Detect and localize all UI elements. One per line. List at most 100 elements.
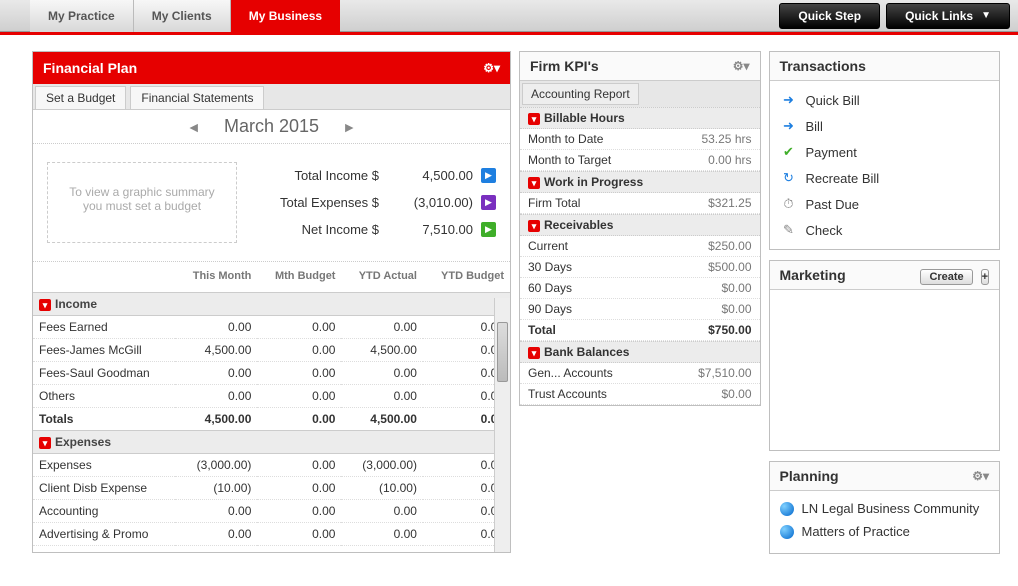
ledger-table: This MonthMth BudgetYTD ActualYTD Budget… xyxy=(33,262,510,552)
net-detail-icon[interactable]: ▶ xyxy=(481,222,496,237)
transaction-item[interactable]: ✔ Payment xyxy=(774,139,996,165)
ledger-cell: 4,500.00 xyxy=(341,408,423,431)
transaction-label: Payment xyxy=(806,145,857,160)
ledger-row-label: Others xyxy=(33,385,175,408)
transaction-item[interactable]: ➜ Bill xyxy=(774,113,996,139)
transactions-panel: Transactions ➜Quick Bill➜Bill✔Payment↻Re… xyxy=(769,51,1001,250)
scrollbar[interactable] xyxy=(494,298,510,552)
ledger-cell: 0.00 xyxy=(341,523,423,546)
ledger-row: Totals4,500.000.004,500.000.00 xyxy=(33,408,510,431)
collapse-icon[interactable]: ▾ xyxy=(39,299,51,311)
transaction-item[interactable]: ➜Quick Bill xyxy=(774,87,996,113)
expenses-detail-icon[interactable]: ▶ xyxy=(481,195,496,210)
transaction-icon: ➜ xyxy=(780,92,798,108)
net-income-value: 7,510.00 xyxy=(389,222,479,237)
transaction-icon: ➜ xyxy=(780,118,798,134)
ledger-cell: 0.00 xyxy=(341,362,423,385)
marketing-create-button[interactable]: Create xyxy=(920,269,972,285)
planning-item[interactable]: Matters of Practice xyxy=(772,520,998,543)
subtab-set-budget[interactable]: Set a Budget xyxy=(35,86,126,109)
globe-icon xyxy=(780,525,794,539)
ledger-row-label: Accounting xyxy=(33,500,175,523)
ledger-row-label: Fees-James McGill xyxy=(33,339,175,362)
total-expenses-label: Total Expenses $ xyxy=(280,195,389,210)
kpi-row-label: Trust Accounts xyxy=(528,387,607,401)
nav-tab-my-clients[interactable]: My Clients xyxy=(134,0,231,32)
prev-month-button[interactable]: ◄ xyxy=(167,119,221,135)
subtab-financial-statements[interactable]: Financial Statements xyxy=(130,86,264,109)
nav-tab-my-practice[interactable]: My Practice xyxy=(30,0,134,32)
kpi-panel: Firm KPI's ⚙▾ Accounting Report ▾Billabl… xyxy=(519,51,761,406)
transaction-label: Bill xyxy=(806,119,823,134)
collapse-icon[interactable]: ▾ xyxy=(528,113,540,125)
ledger-col-header: This Month xyxy=(175,262,257,293)
ledger-row-label: Totals xyxy=(33,408,175,431)
top-nav: My Practice My Clients My Business Quick… xyxy=(0,0,1018,32)
transaction-item[interactable]: ⏱ Past Due xyxy=(774,191,996,217)
ledger-row-label: Expenses xyxy=(33,454,175,477)
kpi-row: Firm Total$321.25 xyxy=(520,193,760,214)
ledger-row-label: Client Disb Expense xyxy=(33,477,175,500)
gear-icon[interactable]: ⚙▾ xyxy=(972,469,989,483)
globe-icon xyxy=(780,502,794,516)
ledger-cell: 0.00 xyxy=(257,362,341,385)
kpi-row-label: 90 Days xyxy=(528,302,572,316)
kpi-row-label: 30 Days xyxy=(528,260,572,274)
planning-header: Planning ⚙▾ xyxy=(770,462,1000,491)
marketing-panel: Marketing Create + xyxy=(769,260,1001,451)
ledger-cell: 0.00 xyxy=(257,546,341,553)
planning-label: Matters of Practice xyxy=(802,524,910,539)
ledger-cell: 0.00 xyxy=(257,408,341,431)
ledger-row: Others0.000.000.000.00 xyxy=(33,385,510,408)
collapse-icon[interactable]: ▾ xyxy=(528,220,540,232)
marketing-add-button[interactable]: + xyxy=(981,269,989,285)
nav-tab-my-business[interactable]: My Business xyxy=(231,0,340,32)
financial-plan-panel: Financial Plan ⚙▾ Set a Budget Financial… xyxy=(32,51,511,553)
transaction-icon: ✔ xyxy=(780,144,798,160)
ledger-cell: 0.00 xyxy=(257,523,341,546)
collapse-icon[interactable]: ▾ xyxy=(528,177,540,189)
total-income-value: 4,500.00 xyxy=(389,168,479,183)
ledger-cell: 0.00 xyxy=(257,477,341,500)
collapse-icon[interactable]: ▾ xyxy=(528,347,540,359)
gear-icon[interactable]: ⚙▾ xyxy=(733,59,750,73)
ledger-cell: 0.00 xyxy=(175,385,257,408)
kpi-section-header[interactable]: ▾Billable Hours xyxy=(520,107,760,129)
gear-icon[interactable]: ⚙▾ xyxy=(483,61,500,75)
month-navigator: ◄ March 2015 ► xyxy=(33,110,510,144)
collapse-icon[interactable]: ▾ xyxy=(39,437,51,449)
ledger-cell: 0.00 xyxy=(257,454,341,477)
kpi-section-header[interactable]: ▾Work in Progress xyxy=(520,171,760,193)
ledger-section-header[interactable]: ▾Income xyxy=(33,293,510,316)
scrollbar-thumb[interactable] xyxy=(497,322,508,382)
transactions-header: Transactions xyxy=(770,52,1000,81)
income-detail-icon[interactable]: ▶ xyxy=(481,168,496,183)
transaction-icon: ⏱ xyxy=(780,196,798,212)
next-month-button[interactable]: ► xyxy=(322,119,376,135)
transaction-label: Past Due xyxy=(806,197,859,212)
planning-label: LN Legal Business Community xyxy=(802,501,980,516)
ledger-col-header: Mth Budget xyxy=(257,262,341,293)
quick-links-dropdown[interactable]: Quick Links▼ xyxy=(886,3,1010,29)
quick-step-button[interactable]: Quick Step xyxy=(779,3,880,29)
kpi-row: Month to Target0.00 hrs xyxy=(520,150,760,171)
kpi-row: 30 Days$500.00 xyxy=(520,257,760,278)
kpi-section-header[interactable]: ▾Receivables xyxy=(520,214,760,236)
transaction-label: Check xyxy=(806,223,843,238)
kpi-subtab-accounting[interactable]: Accounting Report xyxy=(522,83,639,105)
transaction-item[interactable]: ↻Recreate Bill xyxy=(774,165,996,191)
ledger-row: Accounting0.000.000.000.00 xyxy=(33,500,510,523)
ledger-section-header[interactable]: ▾Expenses xyxy=(33,431,510,454)
planning-item[interactable]: LN Legal Business Community xyxy=(772,497,998,520)
kpi-section-header[interactable]: ▾Bank Balances xyxy=(520,341,760,363)
ledger-cell: 0.00 xyxy=(175,316,257,339)
ledger-row-label: Fees-Saul Goodman xyxy=(33,362,175,385)
kpi-row-value: $0.00 xyxy=(721,302,751,316)
kpi-row-label: 60 Days xyxy=(528,281,572,295)
kpi-row: Total$750.00 xyxy=(520,320,760,341)
kpi-row-value: $750.00 xyxy=(708,323,751,337)
kpi-row-value: $7,510.00 xyxy=(698,366,751,380)
transaction-item[interactable]: ✎Check xyxy=(774,217,996,243)
panel-title: Financial Plan xyxy=(43,60,137,76)
ledger-cell: (3,000.00) xyxy=(341,454,423,477)
